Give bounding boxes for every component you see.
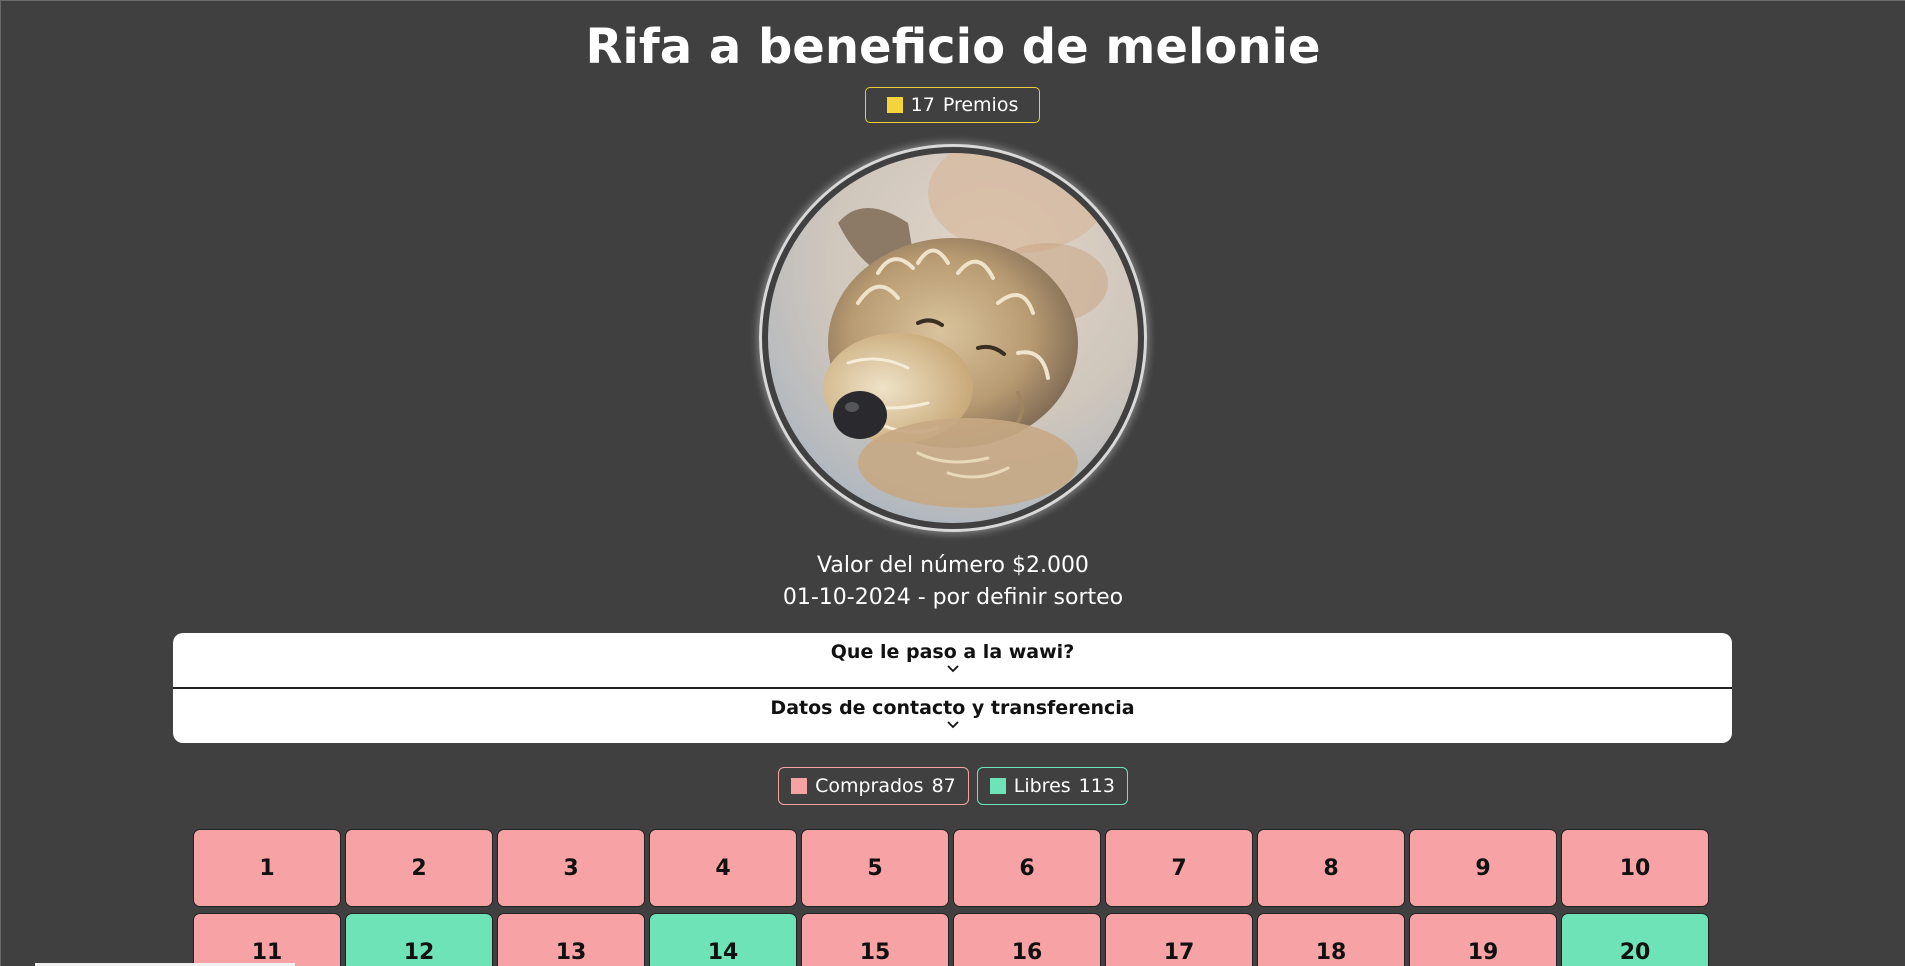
status-legend: Comprados 87 Libres 113 (1, 767, 1905, 805)
filter-free-button[interactable]: Libres 113 (976, 767, 1128, 805)
raffle-number-cell[interactable]: 2 (345, 829, 493, 907)
info-accordion: Que le paso a la wawi? Datos de contacto… (173, 633, 1732, 743)
accordion-title: Que le paso a la wawi? (830, 641, 1075, 663)
prizes-label: Premios (942, 94, 1019, 116)
number-grid: 1 2 3 4 5 6 7 8 9 10 11 12 13 14 15 16 17 18 19 20 (193, 829, 1713, 966)
raffle-number-cell[interactable]: 7 (1105, 829, 1253, 907)
raffle-number-cell[interactable]: 12 (345, 913, 493, 966)
raffle-number-cell[interactable]: 18 (1257, 913, 1405, 966)
raffle-number-cell[interactable]: 14 (649, 913, 797, 966)
raffle-number-cell[interactable]: 6 (953, 829, 1101, 907)
chevron-down-icon (946, 665, 959, 673)
raffle-number-cell[interactable]: 17 (1105, 913, 1253, 966)
prizes-count: 17 (910, 94, 935, 116)
free-label: Libres (1013, 775, 1071, 797)
raffle-number-cell[interactable]: 15 (801, 913, 949, 966)
prizes-button[interactable]: 17 Premios (865, 87, 1040, 123)
raffle-number-cell[interactable]: 9 (1409, 829, 1557, 907)
bought-count: 87 (931, 775, 956, 797)
page-title: Rifa a beneficio de melonie (585, 19, 1321, 75)
draw-date: 01-10-2024 - por definir sorteo (782, 585, 1124, 610)
filter-bought-button[interactable]: Comprados 87 (778, 767, 969, 805)
raffle-number-cell[interactable]: 4 (649, 829, 797, 907)
accordion-item-contact[interactable]: Datos de contacto y transferencia (173, 687, 1732, 741)
raffle-number-cell[interactable]: 16 (953, 913, 1101, 966)
free-count: 113 (1078, 775, 1115, 797)
avatar-frame (759, 144, 1147, 532)
dog-photo (768, 153, 1138, 523)
accordion-title: Datos de contacto y transferencia (770, 697, 1135, 719)
raffle-number-cell[interactable]: 11 (193, 913, 341, 966)
raffle-number-cell[interactable]: 20 (1561, 913, 1709, 966)
raffle-page: Rifa a beneficio de melonie 17 Premios V… (0, 0, 1905, 966)
number-price: Valor del número $2.000 (817, 553, 1089, 578)
raffle-number-cell[interactable]: 10 (1561, 829, 1709, 907)
raffle-number-cell[interactable]: 13 (497, 913, 645, 966)
raffle-number-cell[interactable]: 3 (497, 829, 645, 907)
raffle-number-cell[interactable]: 1 (193, 829, 341, 907)
raffle-number-cell[interactable]: 19 (1409, 913, 1557, 966)
free-swatch (989, 778, 1006, 794)
bought-label: Comprados (815, 775, 924, 797)
raffle-number-cell[interactable]: 8 (1257, 829, 1405, 907)
chevron-down-icon (946, 721, 959, 729)
raffle-number-cell[interactable]: 5 (801, 829, 949, 907)
accordion-item-story[interactable]: Que le paso a la wawi? (173, 633, 1732, 687)
prizes-swatch (886, 97, 903, 113)
bought-swatch (791, 778, 808, 794)
